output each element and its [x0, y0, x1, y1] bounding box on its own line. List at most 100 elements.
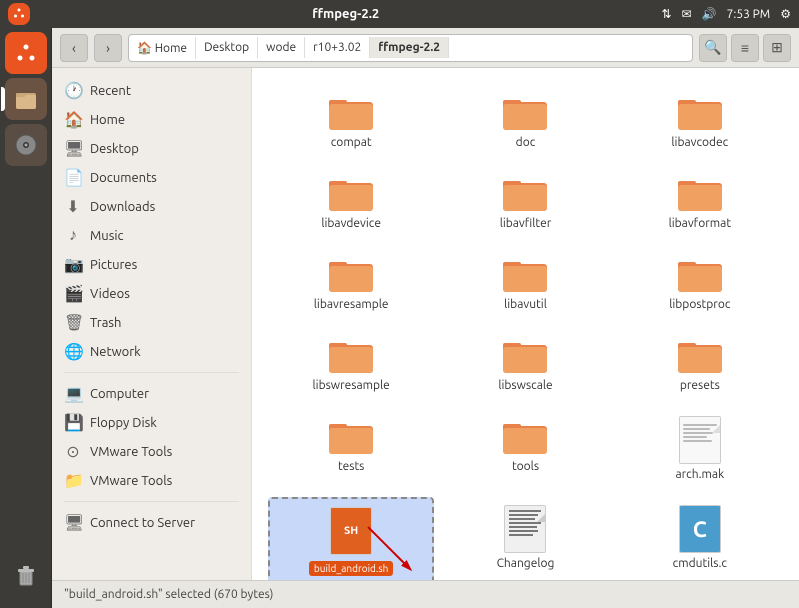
breadcrumb-wode[interactable]: wode: [258, 37, 305, 58]
file-item-tests[interactable]: tests: [268, 408, 434, 489]
file-label-presets: presets: [680, 379, 720, 392]
file-item-libswresample[interactable]: libswresample: [268, 327, 434, 400]
breadcrumb-r10[interactable]: r10+3.02: [305, 37, 370, 58]
volume-icon[interactable]: 🔊: [702, 7, 717, 21]
file-item-libavformat[interactable]: libavformat: [617, 165, 783, 238]
sidebar-item-documents[interactable]: 📄 Documents: [52, 163, 251, 192]
grid-view-button[interactable]: ⊞: [763, 34, 791, 62]
pictures-icon: 📷: [64, 255, 82, 274]
folder-icon-presets: [676, 335, 724, 375]
desktop-icon: 🖥: [64, 139, 82, 158]
breadcrumb-desktop[interactable]: Desktop: [196, 37, 258, 58]
titlebar-left: [8, 3, 30, 25]
sidebar-item-recent[interactable]: 🕐 Recent: [52, 76, 251, 105]
file-item-libpostproc[interactable]: libpostproc: [617, 246, 783, 319]
file-item-libavdevice[interactable]: libavdevice: [268, 165, 434, 238]
file-item-libavresample[interactable]: libavresample: [268, 246, 434, 319]
sort-icon[interactable]: ⇅: [662, 7, 672, 21]
sidebar-item-vmware1[interactable]: ⊙ VMware Tools: [52, 437, 251, 466]
sidebar-item-downloads[interactable]: ⬇ Downloads: [52, 192, 251, 221]
home-icon: 🏠: [64, 110, 82, 129]
search-button[interactable]: 🔍: [699, 34, 727, 62]
sidebar-item-pictures[interactable]: 📷 Pictures: [52, 250, 251, 279]
sidebar-label-downloads: Downloads: [90, 200, 155, 214]
statusbar: "build_android.sh" selected (670 bytes): [52, 580, 799, 608]
file-item-libavfilter[interactable]: libavfilter: [442, 165, 608, 238]
file-label-libavresample: libavresample: [314, 298, 389, 311]
mak-file-icon: [679, 416, 721, 464]
back-button[interactable]: ‹: [60, 34, 88, 62]
folder-icon-libavutil: [501, 254, 549, 294]
sh-icon-text: SH: [344, 525, 358, 537]
forward-button[interactable]: ›: [94, 34, 122, 62]
dock-files-button[interactable]: [5, 78, 47, 120]
breadcrumb-ffmpeg[interactable]: ffmpeg-2.2: [370, 37, 449, 58]
folder-icon-libpostproc: [676, 254, 724, 294]
folder-icon-libavfilter: [501, 173, 549, 213]
sidebar-label-recent: Recent: [90, 84, 131, 98]
trash-icon: 🗑: [64, 313, 82, 332]
sidebar-item-vmware2[interactable]: 📁 VMware Tools: [52, 466, 251, 495]
sidebar-item-videos[interactable]: 🎬 Videos: [52, 279, 251, 308]
sidebar-item-computer[interactable]: 💻 Computer: [52, 379, 251, 408]
sidebar-item-connect[interactable]: 🖥 Connect to Server: [52, 508, 251, 537]
mail-icon[interactable]: ✉: [682, 7, 692, 21]
sidebar-label-vmware2: VMware Tools: [90, 474, 172, 488]
folder-icon-tools: [501, 416, 549, 456]
file-item-libavutil[interactable]: libavutil: [442, 246, 608, 319]
file-item-libswscale[interactable]: libswscale: [442, 327, 608, 400]
file-label-doc: doc: [516, 136, 536, 149]
toolbar-right: 🔍 ≡ ⊞: [699, 34, 791, 62]
sidebar-item-trash[interactable]: 🗑 Trash: [52, 308, 251, 337]
file-item-arch-mak[interactable]: arch.mak: [617, 408, 783, 489]
file-label-tools: tools: [512, 460, 539, 473]
sidebar-label-trash: Trash: [90, 316, 121, 330]
file-item-changelog[interactable]: Changelog: [442, 497, 608, 580]
file-label-libavfilter: libavfilter: [500, 217, 552, 230]
sidebar-item-home[interactable]: 🏠 Home: [52, 105, 251, 134]
changelog-file-icon: [504, 505, 546, 553]
dock-trash-button[interactable]: [5, 554, 47, 596]
file-item-cmdutils-c[interactable]: C cmdutils.c: [617, 497, 783, 580]
folder-icon-libswscale: [501, 335, 549, 375]
file-manager: ‹ › 🏠 Home Desktop wode r10+3.02 ffmpeg-…: [52, 28, 799, 608]
sh-file-icon: SH: [330, 507, 372, 555]
toolbar: ‹ › 🏠 Home Desktop wode r10+3.02 ffmpeg-…: [52, 28, 799, 68]
computer-icon: 💻: [64, 384, 82, 403]
main-container: ‹ › 🏠 Home Desktop wode r10+3.02 ffmpeg-…: [0, 28, 799, 608]
c-icon-text: C: [693, 517, 707, 542]
file-item-build-android[interactable]: SH bu: [268, 497, 434, 580]
list-view-button[interactable]: ≡: [731, 34, 759, 62]
file-item-doc[interactable]: doc: [442, 84, 608, 157]
file-label-compat: compat: [331, 136, 372, 149]
sidebar-divider-1: [64, 372, 239, 373]
dock-ubuntu-button[interactable]: [5, 32, 47, 74]
breadcrumb-home[interactable]: 🏠 Home: [129, 37, 196, 59]
sh-file-wrapper: SH: [330, 507, 372, 555]
file-item-libavcodec[interactable]: libavcodec: [617, 84, 783, 157]
ubuntu-logo: [8, 3, 30, 25]
titlebar: ffmpeg-2.2 ⇅ ✉ 🔊 7:53 PM ⚙: [0, 0, 799, 28]
file-label-cmdutils-c: cmdutils.c: [673, 557, 727, 570]
music-icon: ♪: [64, 226, 82, 245]
folder-icon-libavcodec: [676, 92, 724, 132]
folder-icon-doc: [501, 92, 549, 132]
folder-icon-libavresample: [327, 254, 375, 294]
file-item-compat[interactable]: compat: [268, 84, 434, 157]
sidebar-item-floppy[interactable]: 💾 Floppy Disk: [52, 408, 251, 437]
sidebar-label-network: Network: [90, 345, 141, 359]
file-item-presets[interactable]: presets: [617, 327, 783, 400]
dock-dvd-button[interactable]: [5, 124, 47, 166]
sidebar-item-network[interactable]: 🌐 Network: [52, 337, 251, 366]
file-label-libavformat: libavformat: [669, 217, 731, 230]
file-grid-container[interactable]: compat doc: [252, 68, 799, 580]
unity-dock: [0, 28, 52, 608]
file-label-libpostproc: libpostproc: [669, 298, 730, 311]
vmware2-icon: 📁: [64, 471, 82, 490]
sidebar-item-desktop[interactable]: 🖥 Desktop: [52, 134, 251, 163]
file-item-tools[interactable]: tools: [442, 408, 608, 489]
file-label-libavutil: libavutil: [504, 298, 547, 311]
file-label-libavdevice: libavdevice: [321, 217, 381, 230]
sidebar-item-music[interactable]: ♪ Music: [52, 221, 251, 250]
settings-icon[interactable]: ⚙: [780, 7, 791, 21]
